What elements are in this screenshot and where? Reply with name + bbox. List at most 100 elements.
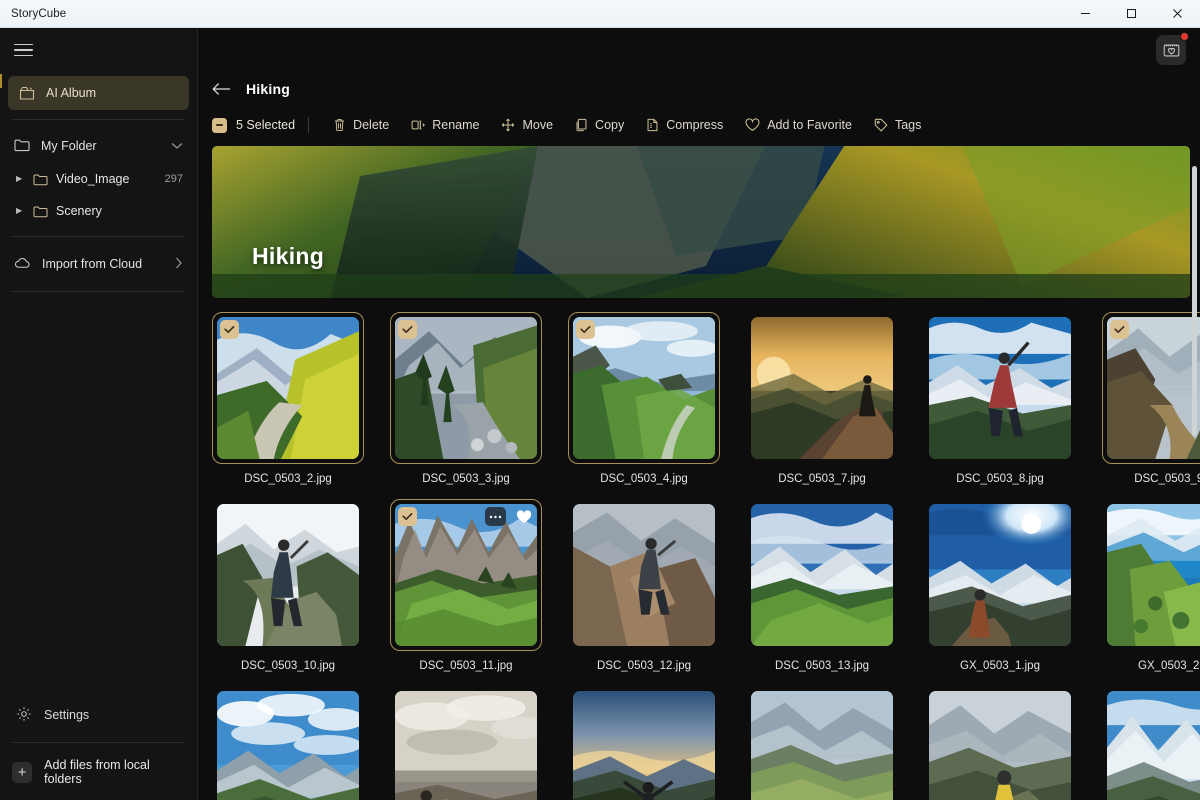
photo-thumbnail[interactable] <box>568 686 720 800</box>
sidebar: AI Album My Folder ▶ <box>0 28 198 800</box>
rename-button[interactable]: Rename <box>400 112 490 138</box>
sidebar-bottom: Settings + Add files from local folders <box>0 697 197 800</box>
copy-icon <box>575 118 588 132</box>
photo-thumbnail[interactable] <box>924 686 1076 800</box>
album-banner[interactable]: Hiking <box>212 146 1190 298</box>
photo-image <box>929 317 1071 459</box>
add-to-favorite-button[interactable]: Add to Favorite <box>734 112 863 138</box>
move-button[interactable]: Move <box>490 112 564 138</box>
photo-cell[interactable] <box>568 686 720 800</box>
sidebar-item-video-image[interactable]: ▶ Video_Image 297 <box>0 163 197 195</box>
sidebar-item-video-image-count: 297 <box>165 173 183 185</box>
select-all-checkbox[interactable] <box>212 118 227 133</box>
photo-cell[interactable] <box>390 686 542 800</box>
photo-scene <box>751 691 893 800</box>
photo-cell[interactable]: DSC_0503_9.jpg <box>1102 312 1200 499</box>
photo-cell[interactable] <box>746 686 898 800</box>
photo-cell[interactable]: DSC_0503_10.jpg <box>212 499 364 686</box>
selection-count-toggle[interactable]: 5 Selected <box>212 118 308 133</box>
trash-icon <box>333 118 346 132</box>
photo-cell[interactable]: DSC_0503_13.jpg <box>746 499 898 686</box>
maximize-button[interactable] <box>1108 0 1154 27</box>
photo-thumbnail[interactable] <box>1102 686 1200 800</box>
photo-thumbnail[interactable] <box>1102 499 1200 651</box>
photo-checkbox[interactable] <box>1110 320 1129 339</box>
vertical-scrollbar[interactable] <box>1191 152 1198 798</box>
photo-cell[interactable]: GX_0503_2.jpg <box>1102 499 1200 686</box>
move-label: Move <box>522 118 553 132</box>
scrollbar-thumb[interactable] <box>1192 166 1197 436</box>
delete-button[interactable]: Delete <box>322 112 400 138</box>
photo-filename: DSC_0503_2.jpg <box>244 473 332 485</box>
photo-thumbnail[interactable] <box>390 312 542 464</box>
photo-cell[interactable]: DSC_0503_8.jpg <box>924 312 1076 499</box>
photo-filename: DSC_0503_12.jpg <box>597 660 691 672</box>
tags-button[interactable]: Tags <box>863 112 932 138</box>
sidebar-item-settings[interactable]: Settings <box>0 697 197 733</box>
photo-scene <box>573 317 715 459</box>
memories-card-button[interactable] <box>1156 35 1186 65</box>
copy-button[interactable]: Copy <box>564 112 635 138</box>
photo-cell[interactable]: DSC_0503_2.jpg <box>212 312 364 499</box>
sidebar-item-ai-album-label: AI Album <box>46 86 96 100</box>
photo-scene <box>1107 504 1200 646</box>
photo-thumbnail[interactable] <box>390 686 542 800</box>
photo-thumbnail[interactable] <box>746 312 898 464</box>
photo-cell[interactable]: DSC_0503_11.jpg <box>390 499 542 686</box>
triangle-right-icon[interactable]: ▶ <box>16 207 25 215</box>
photo-cell[interactable]: DSC_0503_3.jpg <box>390 312 542 499</box>
photo-checkbox[interactable] <box>220 320 239 339</box>
tags-label: Tags <box>895 118 921 132</box>
photo-scene <box>395 317 537 459</box>
photo-image <box>1107 691 1200 800</box>
photo-scroll-area[interactable]: Hiking ĐIỆN TỬ DSC_0503_2.jpgDSC_0503_3.… <box>198 144 1200 800</box>
photo-checkbox[interactable] <box>576 320 595 339</box>
ai-album-icon <box>18 85 35 102</box>
photo-thumbnail[interactable] <box>746 499 898 651</box>
photo-cell[interactable] <box>212 686 364 800</box>
photo-thumbnail[interactable] <box>568 499 720 651</box>
sidebar-spacer <box>0 301 197 697</box>
photo-thumbnail[interactable] <box>568 312 720 464</box>
sidebar-item-import-from-cloud[interactable]: Import from Cloud <box>0 246 197 282</box>
photo-scene <box>573 504 715 646</box>
photo-filename: DSC_0503_4.jpg <box>600 473 688 485</box>
heart-filled-icon[interactable] <box>513 507 534 526</box>
sidebar-item-ai-album[interactable]: AI Album <box>8 76 189 110</box>
photo-image <box>751 317 893 459</box>
photo-cell[interactable]: DSC_0503_7.jpg <box>746 312 898 499</box>
sidebar-item-import-from-cloud-label: Import from Cloud <box>42 257 142 271</box>
photo-cell[interactable]: GX_0503_1.jpg <box>924 499 1076 686</box>
photo-thumbnail[interactable] <box>746 686 898 800</box>
sidebar-group-my-folder[interactable]: My Folder <box>0 129 197 163</box>
photo-cell[interactable] <box>1102 686 1200 800</box>
menu-button[interactable] <box>0 28 197 72</box>
compress-button[interactable]: Compress <box>635 112 734 138</box>
photo-thumbnail[interactable] <box>390 499 542 651</box>
photo-cell[interactable] <box>924 686 1076 800</box>
photo-cell[interactable]: DSC_0503_4.jpg <box>568 312 720 499</box>
close-button[interactable] <box>1154 0 1200 27</box>
app-title: StoryCube <box>0 8 66 20</box>
photo-checkbox[interactable] <box>398 507 417 526</box>
photo-thumbnail[interactable] <box>924 499 1076 651</box>
photo-thumbnail[interactable] <box>924 312 1076 464</box>
more-options-icon[interactable] <box>485 507 506 526</box>
photo-thumbnail[interactable] <box>1102 312 1200 464</box>
photo-checkbox[interactable] <box>398 320 417 339</box>
photo-cell[interactable]: DSC_0503_12.jpg <box>568 499 720 686</box>
triangle-right-icon[interactable]: ▶ <box>16 175 25 183</box>
photo-thumbnail[interactable] <box>212 686 364 800</box>
compress-label: Compress <box>666 118 723 132</box>
main-topbar <box>198 28 1200 72</box>
back-button[interactable] <box>212 82 231 96</box>
photo-thumbnail[interactable] <box>212 499 364 651</box>
photo-thumbnail[interactable] <box>212 312 364 464</box>
banner-title: Hiking <box>252 243 324 270</box>
sidebar-item-scenery[interactable]: ▶ Scenery <box>0 195 197 227</box>
chevron-down-icon <box>171 139 183 153</box>
minimize-button[interactable] <box>1062 0 1108 27</box>
photo-image <box>929 504 1071 646</box>
add-files-button[interactable]: + Add files from local folders <box>0 752 197 792</box>
add-to-favorite-label: Add to Favorite <box>767 118 852 132</box>
